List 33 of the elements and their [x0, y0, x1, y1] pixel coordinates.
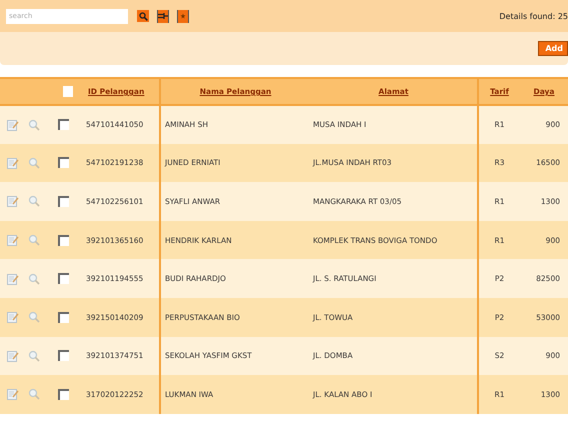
add-button[interactable]: Add: [538, 41, 568, 56]
row-checkbox[interactable]: [58, 350, 69, 362]
edit-icon[interactable]: [7, 118, 19, 131]
row-checkbox[interactable]: [58, 273, 69, 284]
filter-button[interactable]: [157, 10, 169, 22]
view-icon[interactable]: [28, 311, 40, 324]
row-checkbox[interactable]: [58, 312, 69, 323]
search-button[interactable]: [137, 10, 149, 22]
select-all-checkbox[interactable]: [63, 86, 73, 97]
star-icon: [180, 13, 186, 19]
view-icon[interactable]: [28, 234, 40, 246]
edit-icon[interactable]: [7, 195, 19, 208]
row-checkbox[interactable]: [58, 388, 69, 400]
view-icon[interactable]: [28, 195, 40, 208]
results-count: Details found: 25: [499, 12, 568, 20]
reset-button[interactable]: [177, 10, 189, 22]
search-icon: [138, 12, 148, 20]
edit-icon[interactable]: [7, 311, 19, 324]
view-icon[interactable]: [28, 156, 40, 169]
view-icon[interactable]: [28, 350, 40, 362]
row-checkbox[interactable]: [58, 234, 69, 246]
edit-icon[interactable]: [7, 350, 19, 362]
edit-icon[interactable]: [7, 156, 19, 169]
view-icon[interactable]: [28, 388, 40, 400]
row-checkbox[interactable]: [58, 119, 69, 130]
edit-icon[interactable]: [7, 388, 19, 400]
row-checkbox[interactable]: [58, 157, 69, 168]
view-icon[interactable]: [28, 118, 40, 131]
row-checkbox[interactable]: [58, 196, 69, 207]
bars-icon: [158, 12, 168, 20]
edit-icon[interactable]: [7, 272, 19, 285]
view-icon[interactable]: [28, 272, 40, 285]
edit-icon[interactable]: [7, 234, 19, 246]
